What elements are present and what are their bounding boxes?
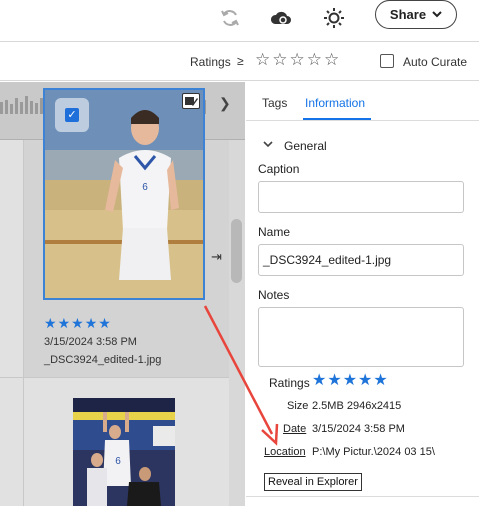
photo-date: 3/15/2024 3:58 PM <box>44 336 137 348</box>
star-icon[interactable]: ★ <box>71 316 84 330</box>
star-icon[interactable]: ☆ <box>255 51 270 68</box>
section-title-general[interactable]: General <box>284 139 327 153</box>
star-icon[interactable]: ★ <box>358 373 372 389</box>
ratings-filter-label: Ratings <box>190 55 231 69</box>
star-icon[interactable]: ★ <box>312 373 326 389</box>
notes-label: Notes <box>258 288 290 302</box>
tabs-divider <box>246 120 479 121</box>
rating-stars[interactable]: ★ ★ ★ ★ ★ <box>312 373 388 389</box>
star-icon[interactable]: ★ <box>327 373 341 389</box>
share-button-label: Share <box>389 7 427 22</box>
photo-filename: _DSC3924_edited-1.jpg <box>44 354 162 366</box>
svg-text:6: 6 <box>115 456 121 467</box>
selection-checkbox[interactable]: ✓ <box>55 98 89 132</box>
photo-thumbnail[interactable]: 6 <box>73 398 175 506</box>
chevron-right-icon[interactable]: ❯ <box>219 95 231 112</box>
tooltip: Reveal in Explorer <box>264 473 362 491</box>
tab-tags[interactable]: Tags <box>262 96 287 110</box>
location-value: P:\My Pictur.\2024 03 15\ <box>312 446 435 458</box>
grid-divider <box>0 377 229 378</box>
auto-curate-checkbox[interactable] <box>380 54 394 68</box>
star-icon[interactable]: ★ <box>343 373 357 389</box>
grid-scrollbar[interactable] <box>229 140 245 506</box>
size-label: Size <box>287 400 309 412</box>
size-value: 2.5MB 2946x2415 <box>312 400 402 412</box>
date-value: 3/15/2024 3:58 PM <box>312 423 405 435</box>
photo-rating-stars[interactable]: ★ ★ ★ ★ ★ <box>44 316 111 330</box>
notes-input[interactable] <box>258 307 464 367</box>
star-icon[interactable]: ☆ <box>307 51 322 68</box>
name-label: Name <box>258 225 291 239</box>
filter-bar: Ratings ≥ ☆ ☆ ☆ ☆ ☆ Auto Curate <box>0 43 479 81</box>
chevron-down-icon <box>432 11 442 18</box>
brightness-icon[interactable] <box>321 5 347 31</box>
star-icon[interactable]: ☆ <box>290 51 305 68</box>
top-toolbar: Share <box>0 0 479 42</box>
volleyball-photo: 6 <box>73 398 175 506</box>
edited-badge-icon <box>182 93 200 109</box>
star-icon[interactable]: ☆ <box>272 51 287 68</box>
auto-curate-label: Auto Curate <box>403 55 468 69</box>
svg-text:6: 6 <box>142 182 148 193</box>
chevron-down-icon[interactable] <box>263 140 273 151</box>
section-divider <box>246 496 479 497</box>
ratings-label: Ratings <box>269 376 310 390</box>
grid-scrollbar-thumb[interactable] <box>231 219 242 283</box>
star-icon[interactable]: ★ <box>58 316 71 330</box>
tab-information[interactable]: Information <box>305 96 365 110</box>
info-panel: Tags Information General Caption Name _D… <box>246 82 479 506</box>
caption-input[interactable] <box>258 181 464 213</box>
star-icon[interactable]: ★ <box>85 316 98 330</box>
star-icon[interactable]: ★ <box>373 373 387 389</box>
panel-toggle-icon[interactable]: ⇥ <box>211 249 222 265</box>
share-button[interactable]: Share <box>375 0 457 29</box>
star-icon[interactable]: ★ <box>44 316 57 330</box>
photo-thumbnail[interactable]: 6 ✓ <box>43 88 205 300</box>
name-input[interactable]: _DSC3924_edited-1.jpg <box>258 244 464 276</box>
cloud-sync-icon[interactable] <box>268 5 294 31</box>
star-icon[interactable]: ★ <box>98 316 111 330</box>
caption-label: Caption <box>258 162 300 176</box>
sync-icon[interactable] <box>217 5 243 31</box>
ratings-filter-stars[interactable]: ☆ ☆ ☆ ☆ ☆ <box>255 51 339 68</box>
ratings-operator[interactable]: ≥ <box>237 54 244 68</box>
date-link[interactable]: Date <box>283 423 306 435</box>
location-link[interactable]: Location <box>264 446 306 458</box>
star-icon[interactable]: ☆ <box>324 51 339 68</box>
check-icon: ✓ <box>65 108 79 122</box>
